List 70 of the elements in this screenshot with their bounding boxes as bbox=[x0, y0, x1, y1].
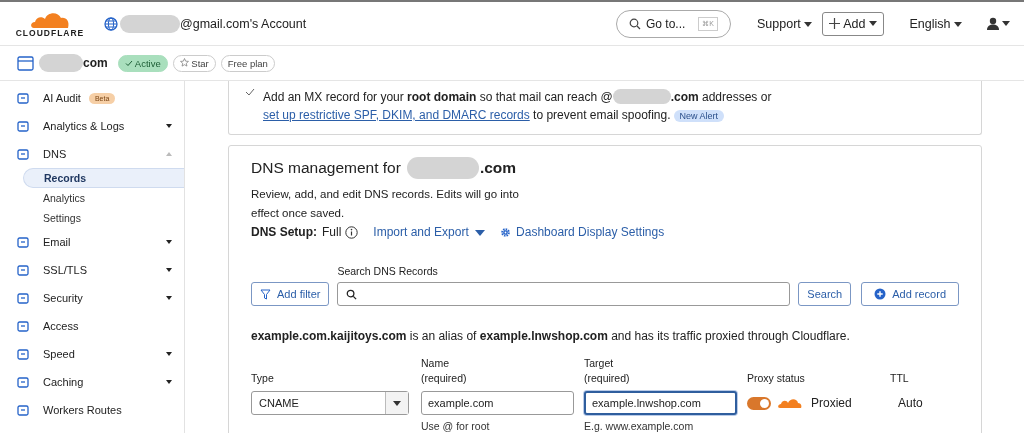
dns-setup-value: Full bbox=[322, 225, 342, 239]
status-badge: Active bbox=[117, 54, 168, 72]
dns-title: DNS management for bbox=[251, 159, 401, 177]
search-button[interactable]: Search bbox=[798, 282, 852, 306]
search-field[interactable] bbox=[337, 282, 791, 306]
gear-icon bbox=[500, 226, 512, 238]
cloudflare-logo[interactable]: CLOUDFLARE bbox=[12, 9, 88, 38]
import-export-menu[interactable]: Import and Export bbox=[373, 225, 486, 239]
redacted-block bbox=[612, 89, 671, 104]
sidebar-item[interactable]: Workers Routes bbox=[0, 396, 184, 424]
sidebar-item[interactable]: Caching bbox=[0, 368, 184, 396]
star-icon bbox=[179, 57, 189, 67]
search-label: Search DNS Records bbox=[337, 265, 439, 277]
domain-suffix: .com bbox=[479, 159, 517, 177]
sidebar-subitem[interactable]: Records bbox=[23, 168, 184, 188]
alert-text: Add an MX record for your root domain so that mail can reach @ .com addresses or set up restrictive SPF, DKIM, and DMARC records to prevent email spoofing. New Alert bbox=[263, 88, 772, 124]
type-label: Type bbox=[251, 371, 275, 386]
sidebar-item[interactable]: Speed bbox=[0, 340, 184, 368]
sidebar-item[interactable]: Email bbox=[0, 228, 184, 256]
add-filter-button[interactable]: Add filter bbox=[251, 282, 330, 306]
sidebar-item[interactable]: Security bbox=[0, 284, 184, 312]
name-hint: Use @ for root bbox=[421, 420, 491, 432]
sidebar-item[interactable]: Access bbox=[0, 312, 184, 340]
support-menu[interactable]: Support bbox=[757, 16, 813, 31]
new-alert-badge: New Alert bbox=[673, 110, 725, 122]
checkmark-icon bbox=[245, 88, 255, 96]
browser-window-icon bbox=[17, 55, 34, 71]
proxied-text: Proxied bbox=[811, 396, 852, 410]
caret-icon bbox=[475, 229, 486, 236]
dns-description: Review, add, and edit DNS records. Edits will go into effect once saved. bbox=[251, 187, 520, 221]
account-name[interactable]: @gmail.com's Account bbox=[180, 16, 307, 31]
proxy-status-label: Proxy status bbox=[747, 371, 806, 386]
caret-icon bbox=[393, 400, 401, 406]
sidebar-subitem[interactable]: Settings bbox=[23, 208, 184, 228]
target-field[interactable]: example.lnwshop.com bbox=[584, 391, 737, 415]
ttl-label: TTL bbox=[890, 371, 910, 386]
sidebar-item[interactable]: DNS bbox=[0, 140, 184, 168]
add-record-button[interactable]: Add record bbox=[861, 282, 959, 306]
plus-icon bbox=[829, 18, 841, 29]
language-menu[interactable]: English bbox=[909, 16, 962, 31]
spf-dkim-dmarc-link[interactable]: set up restrictive SPF, DKIM, and DMARC records bbox=[263, 108, 530, 122]
name-field[interactable]: example.com bbox=[421, 391, 574, 415]
caret-icon bbox=[804, 21, 813, 27]
proxy-toggle[interactable] bbox=[747, 396, 771, 410]
globe-icon bbox=[104, 16, 118, 31]
sidebar-subitem[interactable]: Analytics bbox=[23, 188, 184, 208]
checkmark-icon bbox=[124, 59, 133, 67]
redacted-block bbox=[120, 14, 180, 33]
search-icon bbox=[628, 17, 641, 30]
target-label: Target (required) bbox=[584, 356, 631, 386]
search-icon bbox=[346, 288, 358, 300]
caret-icon bbox=[1002, 21, 1010, 26]
ttl-value: Auto bbox=[897, 395, 923, 412]
sidebar-item[interactable]: Analytics & Logs bbox=[0, 112, 184, 140]
plus-circle-icon bbox=[874, 288, 887, 300]
add-menu[interactable]: Add bbox=[822, 11, 884, 36]
user-menu[interactable] bbox=[986, 17, 1010, 30]
funnel-icon bbox=[260, 288, 271, 300]
zone-domain: com bbox=[83, 56, 108, 70]
caret-icon bbox=[954, 21, 962, 27]
redacted-block bbox=[39, 54, 83, 72]
name-label: Name (required) bbox=[421, 356, 468, 386]
target-hint: E.g. www.example.com bbox=[584, 420, 695, 432]
caret-icon bbox=[868, 21, 877, 26]
info-icon[interactable] bbox=[345, 225, 359, 239]
sidebar-item[interactable]: SSL/TLS bbox=[0, 256, 184, 284]
type-select[interactable]: CNAME bbox=[251, 391, 409, 415]
display-settings-link[interactable]: Dashboard Display Settings bbox=[516, 225, 665, 239]
alias-note: example.com.kaijitoys.com is an alias of example.lnwshop.com and has its traffic proxied through Cloudflare. bbox=[251, 329, 851, 343]
dns-setup-label: DNS Setup: bbox=[251, 225, 317, 239]
